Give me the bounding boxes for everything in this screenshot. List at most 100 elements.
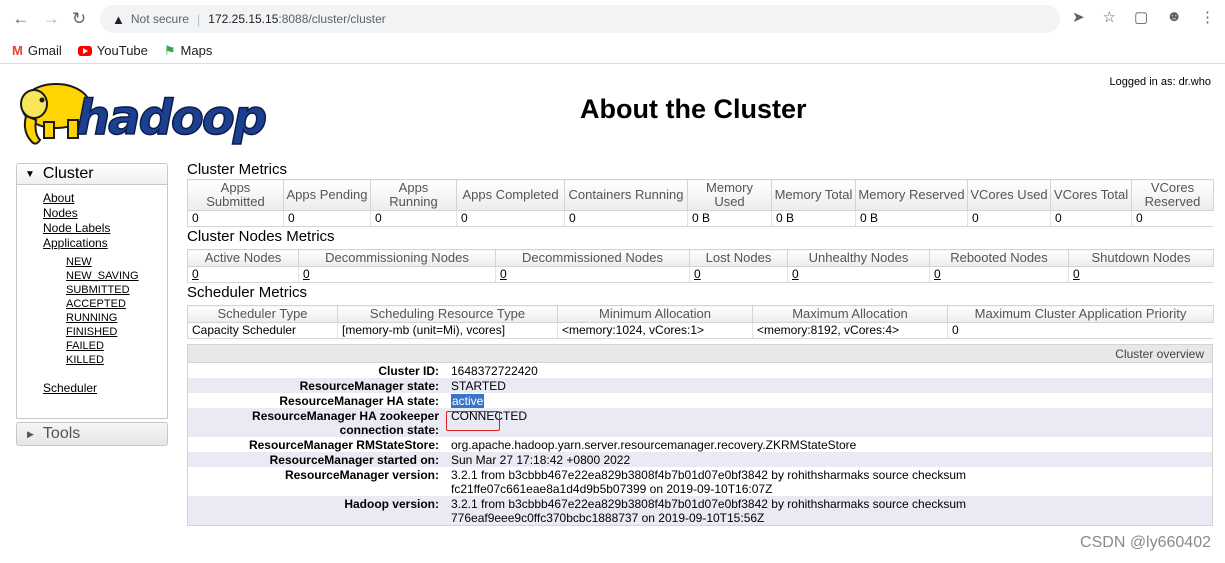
col-header[interactable]: Lost Nodes — [689, 249, 788, 267]
sidebar-nav: ▼ Cluster About Nodes Node Labels Applic… — [16, 163, 168, 446]
bookmark-gmail[interactable]: M Gmail — [12, 43, 62, 58]
nav-link-new-saving[interactable]: NEW_SAVING — [66, 269, 167, 283]
cluster-overview-table: Cluster ID: 1648372722420 ResourceManage… — [188, 363, 1212, 525]
nav-link-submitted[interactable]: SUBMITTED — [66, 283, 167, 297]
col-header[interactable]: Scheduler Type — [187, 305, 338, 323]
table-row: 0 0 0 0 0 0 B 0 B 0 B 0 0 0 — [187, 210, 1214, 226]
bookmarks-bar: M Gmail YouTube ⚑ Maps — [0, 38, 1225, 64]
cluster-overview-title: Cluster overview — [188, 345, 1212, 363]
col-header[interactable]: Scheduling Resource Type — [337, 305, 558, 323]
col-header[interactable]: Decommissioning Nodes — [298, 249, 496, 267]
info-value-rm-state: STARTED — [451, 379, 506, 393]
cell-vcores-reserved: 0 — [1131, 210, 1214, 226]
nav-cluster-header[interactable]: ▼ Cluster — [16, 163, 168, 185]
share-icon[interactable]: ➤ — [1072, 8, 1085, 26]
col-header[interactable]: Apps Completed — [456, 179, 565, 211]
main-content: Cluster Metrics Apps Submitted Apps Pend… — [187, 160, 1214, 526]
address-bar[interactable]: ▲ Not secure | 172.25.15.15:8088/cluster… — [100, 5, 1060, 33]
link-unhealthy-nodes[interactable]: 0 — [792, 267, 799, 281]
info-value-rm-version: 3.2.1 from b3cbbb467e22ea829b3808f4b7b01… — [451, 468, 967, 496]
nav-link-killed[interactable]: KILLED — [66, 353, 167, 367]
info-row: ResourceManager RMStateStore: org.apache… — [188, 437, 1212, 452]
info-row: ResourceManager HA zookeeper connection … — [188, 408, 1212, 437]
cell-vcores-total: 0 — [1050, 210, 1132, 226]
col-header[interactable]: Decommissioned Nodes — [495, 249, 690, 267]
nav-link-nodes[interactable]: Nodes — [43, 206, 167, 221]
page: hadoop About the Cluster Logged in as: d… — [0, 66, 1225, 563]
info-label: ResourceManager started on: — [269, 453, 439, 467]
col-header[interactable]: VCores Total — [1050, 179, 1132, 211]
forward-arrow-icon[interactable]: → — [40, 8, 62, 30]
browser-actions: ➤ ☆ ▢ ☻ ⋮ — [1072, 8, 1215, 26]
url-path: :8088/cluster/cluster — [278, 12, 386, 26]
scheduler-metrics-table: Scheduler Type Scheduling Resource Type … — [187, 305, 1214, 338]
bookmark-maps[interactable]: ⚑ Maps — [164, 43, 212, 59]
reload-icon[interactable]: ↻ — [68, 8, 90, 30]
cell-memory-used: 0 B — [687, 210, 772, 226]
col-header[interactable]: Maximum Cluster Application Priority — [947, 305, 1214, 323]
info-value-rmstatestore: org.apache.hadoop.yarn.server.resourcema… — [451, 438, 857, 452]
nav-link-applications[interactable]: Applications — [43, 236, 167, 251]
cell-max-priority: 0 — [947, 322, 1214, 338]
url-host: 172.25.15.15 — [208, 12, 279, 26]
col-header[interactable]: Maximum Allocation — [752, 305, 948, 323]
link-active-nodes[interactable]: 0 — [192, 267, 199, 281]
nav-tools-header[interactable]: ▶ Tools — [16, 422, 168, 446]
link-shutdown-nodes[interactable]: 0 — [1073, 267, 1080, 281]
nav-link-finished[interactable]: FINISHED — [66, 325, 167, 339]
col-header[interactable]: Apps Pending — [283, 179, 371, 211]
link-decommissioning-nodes[interactable]: 0 — [303, 267, 310, 281]
hadoop-logo[interactable]: hadoop — [14, 76, 289, 152]
nav-link-new[interactable]: NEW — [66, 255, 167, 269]
youtube-icon — [77, 45, 92, 56]
back-arrow-icon[interactable]: ← — [10, 8, 32, 30]
nav-link-scheduler[interactable]: Scheduler — [43, 381, 167, 396]
info-label: ResourceManager version: — [284, 468, 439, 482]
cell-min-allocation: <memory:1024, vCores:1> — [557, 322, 753, 338]
col-header[interactable]: Minimum Allocation — [557, 305, 753, 323]
cell-scheduler-type: Capacity Scheduler — [187, 322, 338, 338]
menu-icon[interactable]: ⋮ — [1200, 8, 1215, 26]
col-header[interactable]: Containers Running — [564, 179, 688, 211]
info-value-cluster-id: 1648372722420 — [451, 364, 538, 378]
nav-link-accepted[interactable]: ACCEPTED — [66, 297, 167, 311]
col-header[interactable]: Memory Reserved — [855, 179, 968, 211]
info-row: Cluster ID: 1648372722420 — [188, 363, 1212, 378]
col-header[interactable]: Memory Total — [771, 179, 856, 211]
col-header[interactable]: VCores Used — [967, 179, 1051, 211]
col-header[interactable]: Apps Submitted — [187, 179, 284, 211]
link-rebooted-nodes[interactable]: 0 — [934, 267, 941, 281]
info-row: ResourceManager HA state: active — [188, 393, 1212, 408]
col-header[interactable]: Unhealthy Nodes — [787, 249, 930, 267]
info-value-zk-state: CONNECTED — [451, 409, 528, 423]
nav-link-running[interactable]: RUNNING — [66, 311, 167, 325]
warning-triangle-icon: ▲ — [112, 11, 125, 27]
bookmark-youtube[interactable]: YouTube — [77, 43, 148, 58]
info-value-hadoop-version: 3.2.1 from b3cbbb467e22ea829b3808f4b7b01… — [451, 497, 967, 525]
col-header[interactable]: Shutdown Nodes — [1068, 249, 1214, 267]
col-header[interactable]: VCores Reserved — [1131, 179, 1214, 211]
info-row: ResourceManager state: STARTED — [188, 378, 1212, 393]
link-decommissioned-nodes[interactable]: 0 — [500, 267, 507, 281]
table-row: Capacity Scheduler [memory-mb (unit=Mi),… — [187, 322, 1214, 338]
side-panel-icon[interactable]: ▢ — [1134, 8, 1148, 26]
col-header[interactable]: Rebooted Nodes — [929, 249, 1069, 267]
browser-toolbar: ← → ↻ ▲ Not secure | 172.25.15.15:8088/c… — [0, 0, 1225, 38]
info-label: ResourceManager HA state: — [279, 394, 439, 408]
scheduler-metrics-title: Scheduler Metrics — [187, 284, 308, 301]
col-header[interactable]: Apps Running — [370, 179, 457, 211]
nav-link-about[interactable]: About — [43, 191, 167, 206]
nav-link-failed[interactable]: FAILED — [66, 339, 167, 353]
highlight-annotation-box — [446, 411, 500, 431]
info-row: ResourceManager version: 3.2.1 from b3cb… — [188, 467, 1212, 496]
col-header[interactable]: Active Nodes — [187, 249, 299, 267]
cluster-metrics-table: Apps Submitted Apps Pending Apps Running… — [187, 179, 1214, 226]
cell-containers-running: 0 — [564, 210, 688, 226]
star-icon[interactable]: ☆ — [1103, 8, 1116, 26]
profile-icon[interactable]: ☻ — [1166, 8, 1182, 26]
nav-link-node-labels[interactable]: Node Labels — [43, 221, 167, 236]
table-row: 0 0 0 0 0 0 0 — [187, 266, 1214, 282]
col-header[interactable]: Memory Used — [687, 179, 772, 211]
info-row: Hadoop version: 3.2.1 from b3cbbb467e22e… — [188, 496, 1212, 525]
link-lost-nodes[interactable]: 0 — [694, 267, 701, 281]
